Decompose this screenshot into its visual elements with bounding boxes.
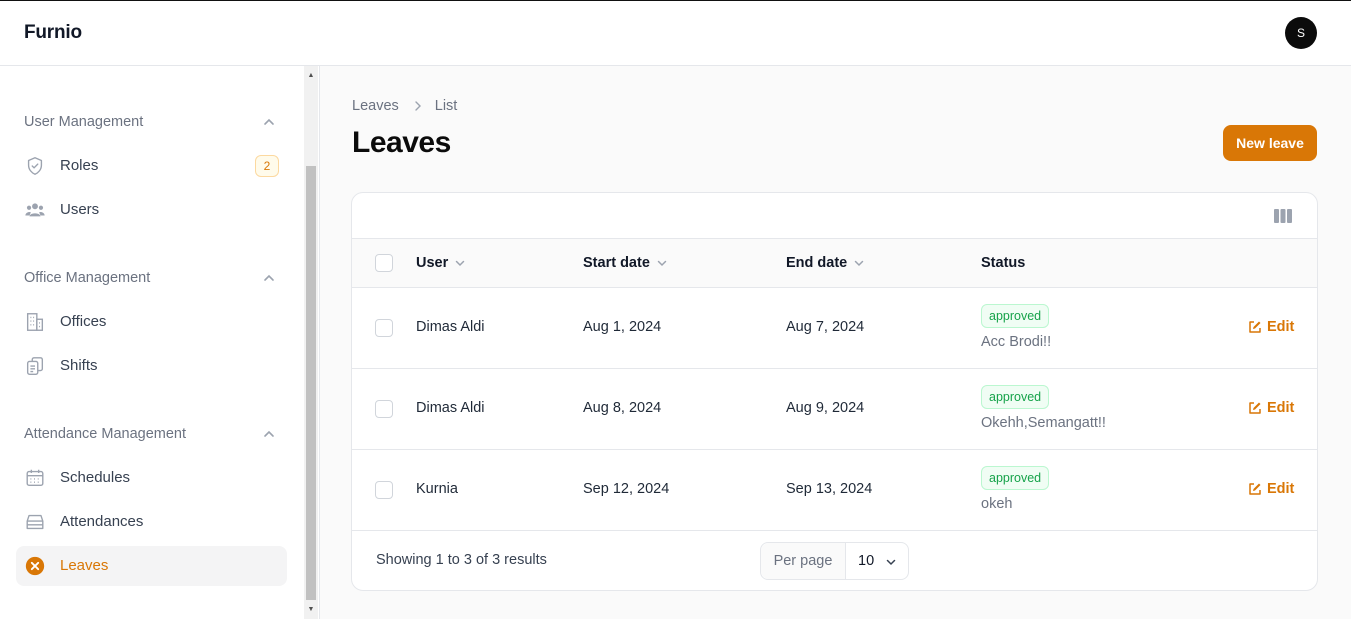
- pencil-square-icon: [1249, 483, 1261, 495]
- edit-label: Edit: [1267, 319, 1295, 335]
- cell-end-date: Aug 9, 2024: [786, 400, 865, 416]
- cell-end-date: Sep 13, 2024: [786, 481, 873, 497]
- chevron-down-icon: [456, 260, 465, 267]
- group-label-user-management[interactable]: User Management: [24, 114, 143, 130]
- group-label-office-management[interactable]: Office Management: [24, 270, 150, 286]
- breadcrumb: Leaves List: [352, 98, 457, 114]
- x-circle-icon: [25, 556, 45, 576]
- pencil-square-icon: [1249, 321, 1261, 333]
- cell-user: Kurnia: [416, 481, 458, 497]
- sidebar-item-label: Shifts: [60, 357, 98, 374]
- column-header-label: Start date: [583, 255, 650, 271]
- chevron-up-icon[interactable]: [262, 271, 276, 285]
- page-title: Leaves: [352, 126, 451, 159]
- inbox-stack-icon: [26, 514, 44, 530]
- column-header-label: User: [416, 255, 449, 271]
- breadcrumb-current: List: [434, 98, 458, 114]
- table-row[interactable]: Kurnia Sep 12, 2024 Sep 13, 2024 approve…: [352, 450, 1317, 531]
- per-page-select[interactable]: Per page 10: [760, 542, 909, 580]
- sidebar-item-roles[interactable]: Roles 2: [16, 146, 287, 186]
- cell-user: Dimas Aldi: [416, 400, 485, 416]
- user-avatar[interactable]: S: [1285, 17, 1317, 49]
- sidebar-scrollbar-thumb[interactable]: [306, 166, 316, 600]
- chevron-right-icon: [415, 101, 421, 111]
- cell-user: Dimas Aldi: [416, 319, 485, 335]
- table-row[interactable]: Dimas Aldi Aug 8, 2024 Aug 9, 2024 appro…: [352, 369, 1317, 450]
- scroll-down-arrow-icon[interactable]: ▼: [304, 602, 318, 616]
- roles-count-badge: 2: [255, 155, 279, 177]
- pagination-summary: Showing 1 to 3 of 3 results: [376, 552, 547, 568]
- table-header: User Start date End date Status: [352, 239, 1317, 288]
- calendar-icon: [26, 469, 44, 487]
- chevron-down-icon: [854, 260, 864, 267]
- sidebar-item-shifts[interactable]: Shifts: [16, 346, 287, 386]
- clipboard-copy-icon: [26, 357, 44, 375]
- sidebar-item-label: Users: [60, 201, 100, 218]
- column-header-end-date[interactable]: End date: [786, 255, 865, 271]
- sidebar-item-users[interactable]: Users: [16, 190, 287, 230]
- sidebar-item-label: Attendances: [60, 513, 144, 530]
- status-badge: approved: [981, 304, 1050, 328]
- column-header-label: End date: [786, 255, 848, 271]
- chevron-down-icon[interactable]: [885, 556, 897, 568]
- row-checkbox[interactable]: [375, 481, 393, 499]
- sidebar-item-leaves[interactable]: Leaves: [16, 546, 287, 586]
- status-note: okeh: [981, 496, 1013, 512]
- status-note: Okehh,Semangatt!!: [981, 415, 1106, 431]
- column-header-start-date[interactable]: Start date: [583, 255, 668, 271]
- cell-end-date: Aug 7, 2024: [786, 319, 865, 335]
- sidebar-item-label: Leaves: [60, 557, 109, 574]
- edit-label: Edit: [1267, 481, 1295, 497]
- scroll-up-arrow-icon[interactable]: ▲: [304, 68, 318, 82]
- status-badge: approved: [981, 385, 1050, 409]
- column-header-label: Status: [981, 255, 1026, 271]
- sidebar-item-label: Offices: [60, 313, 107, 330]
- columns-toggle-icon[interactable]: [1273, 208, 1293, 224]
- sidebar-item-schedules[interactable]: Schedules: [16, 458, 287, 498]
- edit-button[interactable]: Edit: [1248, 319, 1294, 335]
- row-checkbox[interactable]: [375, 319, 393, 337]
- edit-button[interactable]: Edit: [1248, 481, 1294, 497]
- sidebar-item-label: Roles: [60, 157, 99, 174]
- per-page-value[interactable]: 10: [858, 553, 874, 569]
- edit-label: Edit: [1267, 400, 1295, 416]
- top-bar: Furnio S: [0, 0, 1351, 66]
- user-group-icon: [25, 203, 45, 217]
- chevron-down-icon: [657, 260, 667, 267]
- table-toolbar: [352, 193, 1317, 239]
- sidebar-item-offices[interactable]: Offices: [16, 302, 287, 342]
- cell-start-date: Aug 1, 2024: [583, 319, 662, 335]
- status-note: Acc Brodi!!: [981, 334, 1052, 350]
- leaves-table-card: User Start date End date Status Dimas Al…: [351, 192, 1318, 591]
- column-header-user[interactable]: User: [416, 255, 466, 271]
- brand-logo[interactable]: Furnio: [24, 22, 82, 44]
- shield-icon: [27, 157, 43, 175]
- breadcrumb-parent-link[interactable]: Leaves: [352, 98, 399, 114]
- row-checkbox[interactable]: [375, 400, 393, 418]
- table-row[interactable]: Dimas Aldi Aug 1, 2024 Aug 7, 2024 appro…: [352, 288, 1317, 369]
- sidebar-item-attendances[interactable]: Attendances: [16, 502, 287, 542]
- cell-start-date: Sep 12, 2024: [583, 481, 670, 497]
- new-leave-button[interactable]: New leave: [1223, 125, 1317, 161]
- chevron-up-icon[interactable]: [262, 115, 276, 129]
- status-badge: approved: [981, 466, 1050, 490]
- chevron-up-icon[interactable]: [262, 427, 276, 441]
- group-label-attendance-management[interactable]: Attendance Management: [24, 426, 186, 442]
- edit-button[interactable]: Edit: [1248, 400, 1294, 416]
- select-all-checkbox[interactable]: [375, 254, 393, 272]
- cell-start-date: Aug 8, 2024: [583, 400, 662, 416]
- per-page-label: Per page: [761, 543, 846, 579]
- column-header-status: Status: [981, 255, 1025, 271]
- building-icon: [26, 313, 44, 331]
- pencil-square-icon: [1249, 402, 1261, 414]
- sidebar-item-label: Schedules: [60, 469, 131, 486]
